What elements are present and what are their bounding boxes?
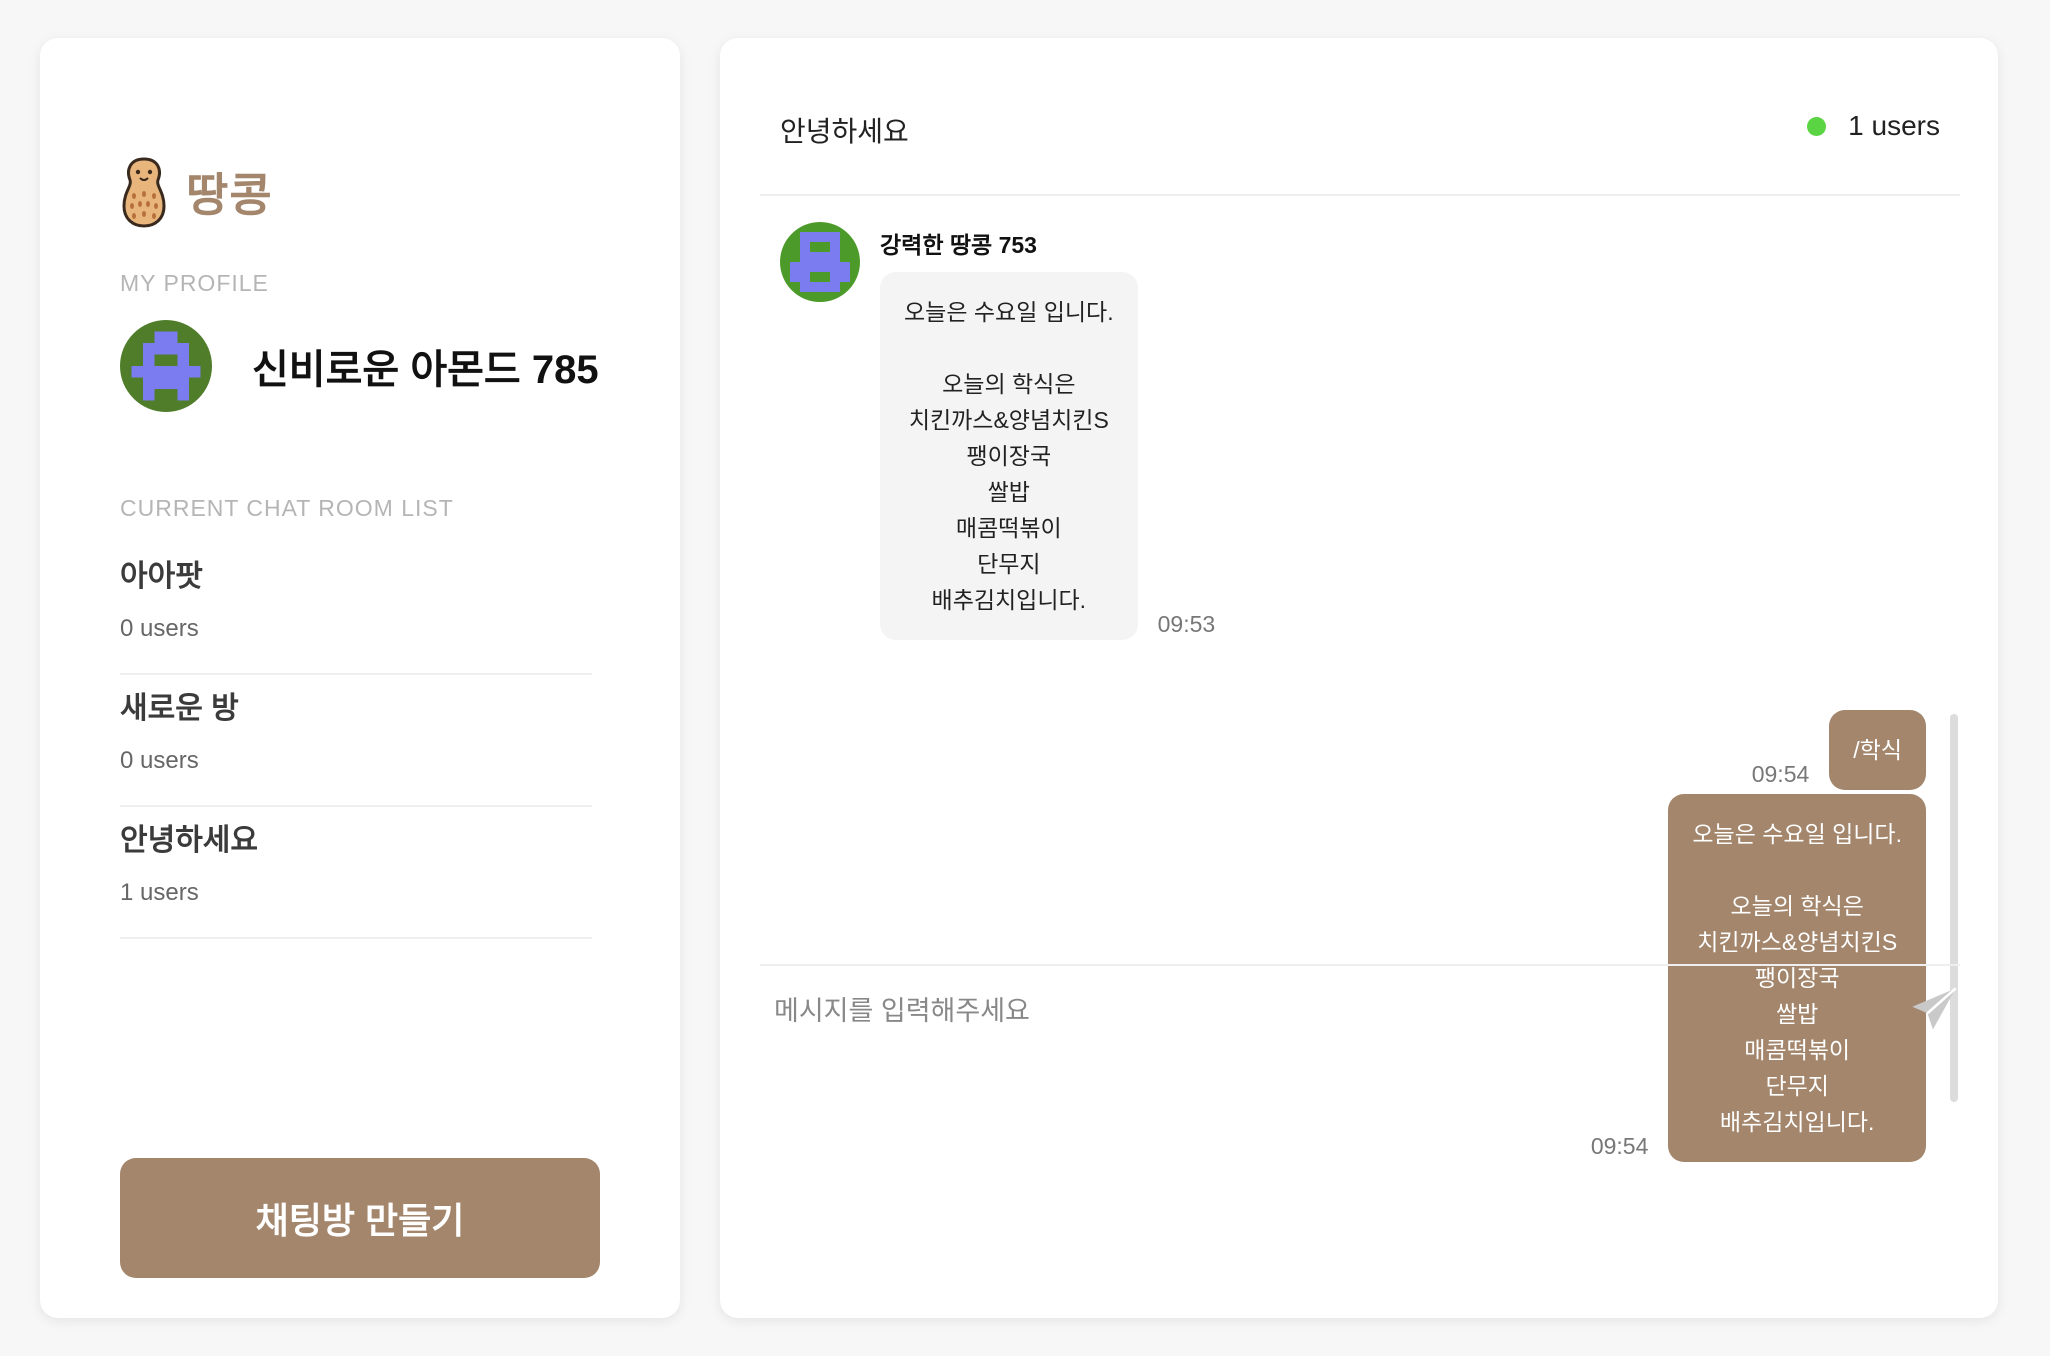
brand-name: 땅콩: [186, 169, 273, 221]
message-composer: [760, 964, 1960, 1064]
room-item-new-room[interactable]: 새로운 방 0 users: [120, 675, 592, 807]
create-room-button[interactable]: 채팅방 만들기: [120, 1158, 600, 1278]
message-bubble: 오늘은 수요일 입니다. 오늘의 학식은 치킨까스&양념치킨S 팽이장국 쌀밥 …: [880, 272, 1138, 640]
message-input[interactable]: [772, 978, 1856, 1044]
profile-section-label: MY PROFILE: [120, 270, 269, 296]
online-user-count: 1 users: [1848, 110, 1940, 141]
my-profile: 신비로운 아몬드 785: [120, 320, 599, 412]
room-list-label: CURRENT CHAT ROOM LIST: [120, 495, 454, 521]
room-user-count: 0 users: [120, 747, 199, 774]
avatar: [120, 320, 212, 412]
room-user-count: 0 users: [120, 615, 199, 642]
message-time: 09:54: [1751, 761, 1810, 787]
room-user-count: 1 users: [120, 879, 199, 906]
room-item-aapat[interactable]: 아아팟 0 users: [120, 543, 592, 675]
message-time: 09:53: [1157, 611, 1216, 637]
online-status-dot: [1807, 116, 1827, 136]
room-list: 아아팟 0 users 새로운 방 0 users 안녕하세요 1 users: [120, 543, 592, 939]
sender-avatar: [780, 222, 860, 302]
profile-name: 신비로운 아몬드 785: [252, 348, 599, 392]
room-name: 새로운 방: [120, 692, 239, 725]
room-item-hello[interactable]: 안녕하세요 1 users: [120, 807, 592, 939]
brand[interactable]: 땅콩: [118, 156, 273, 228]
message-time: 09:54: [1590, 1133, 1649, 1159]
room-name: 안녕하세요: [120, 824, 258, 857]
chat-panel: 안녕하세요 1 users 강력한 땅콩 753 오늘은 수요일 입니다. 오늘…: [720, 38, 1998, 1318]
online-indicator: 1 users: [1807, 110, 1940, 142]
outgoing-message: 09:54 /학식: [1732, 710, 1926, 790]
message-bubble: /학식: [1829, 710, 1926, 790]
incoming-message: 강력한 땅콩 753 오늘은 수요일 입니다. 오늘의 학식은 치킨까스&양념치…: [780, 222, 1235, 640]
chat-header: 안녕하세요 1 users: [760, 38, 1960, 196]
sidebar: 땅콩 MY PROFILE 신비로운 아몬드 785 CURRENT CHAT …: [40, 38, 680, 1318]
room-title: 안녕하세요: [780, 116, 909, 147]
sender-name: 강력한 땅콩 753: [880, 232, 1037, 258]
room-name: 아아팟: [120, 560, 203, 593]
peanut-icon: [122, 157, 166, 228]
send-icon[interactable]: [1908, 984, 1960, 1036]
